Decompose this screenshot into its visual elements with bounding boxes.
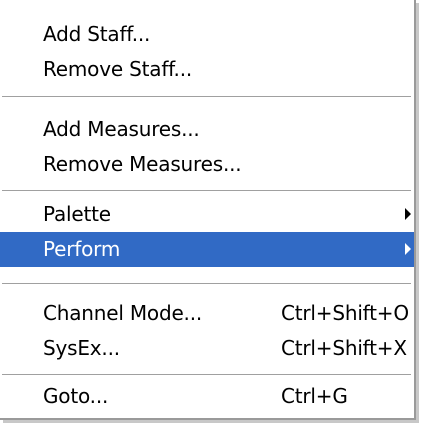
menu-item-shortcut: Ctrl+Shift+O: [281, 301, 409, 325]
menu-item-perform[interactable]: Perform: [0, 232, 414, 267]
menu-item-add-staff[interactable]: Add Staff...: [0, 17, 414, 52]
menu-item-label: Channel Mode...: [43, 301, 203, 325]
submenu-arrow-icon: [405, 208, 411, 220]
menu-separator: [2, 190, 411, 192]
menu-item-label: Remove Measures...: [43, 152, 242, 176]
menu-separator: [2, 96, 411, 98]
menu-item-goto[interactable]: Goto... Ctrl+G: [0, 379, 414, 414]
menu-item-label: Palette: [43, 202, 111, 226]
menu-separator: [2, 283, 411, 285]
menu-item-remove-measures[interactable]: Remove Measures...: [0, 147, 414, 182]
menu-item-remove-staff[interactable]: Remove Staff...: [0, 52, 414, 87]
menu-item-palette[interactable]: Palette: [0, 197, 414, 232]
menu-item-label: Add Measures...: [43, 117, 200, 141]
menu-item-label: Add Staff...: [43, 22, 151, 46]
menu-item-label: Remove Staff...: [43, 57, 193, 81]
menu-item-sysex[interactable]: SysEx... Ctrl+Shift+X: [0, 331, 414, 366]
menu-item-channel-mode[interactable]: Channel Mode... Ctrl+Shift+O: [0, 296, 414, 331]
menu-item-add-measures[interactable]: Add Measures...: [0, 112, 414, 147]
menu-item-label: Perform: [43, 237, 121, 261]
menu-item-label: SysEx...: [43, 336, 120, 360]
menu-separator: [2, 374, 411, 376]
context-menu: Add Staff... Remove Staff... Add Measure…: [0, 0, 416, 420]
menu-item-label: Goto...: [43, 384, 109, 408]
menu-item-shortcut: Ctrl+Shift+X: [281, 336, 407, 360]
submenu-arrow-icon: [405, 243, 411, 255]
menu-item-shortcut: Ctrl+G: [281, 384, 348, 408]
